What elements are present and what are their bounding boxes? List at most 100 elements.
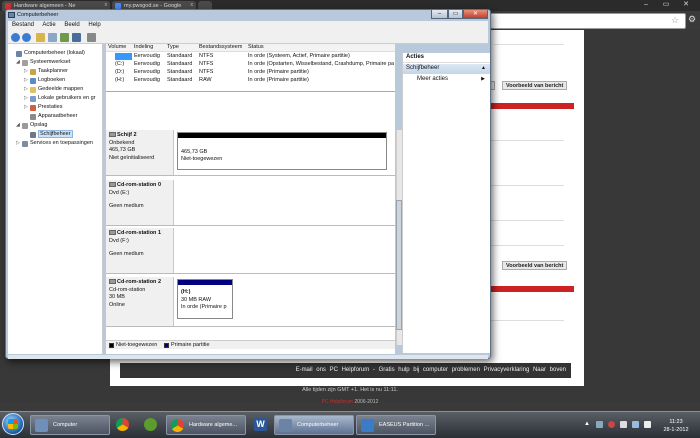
fs-cell: NTFS [199,61,214,67]
forward-icon[interactable] [22,33,31,42]
window-title-bar[interactable]: Computerbeheer [6,10,490,20]
menu-bestand[interactable]: Bestand [12,22,34,28]
address-bar[interactable] [490,13,686,29]
properties-icon[interactable] [60,33,69,42]
maximize-button[interactable]: ▭ [448,10,463,19]
volume-row[interactable]: (H:) Eenvoudig Standaard RAW In orde (Pr… [106,77,395,85]
column-header-volume[interactable]: Volume [108,44,126,50]
disk-state: Geen medium [109,251,144,257]
tab-close-icon[interactable]: x [105,2,108,8]
close-icon[interactable]: ✕ [676,0,696,10]
wrench-menu-icon[interactable]: ⚙ [688,14,696,25]
unallocated-band [178,133,386,138]
menu-beeld[interactable]: Beeld [64,22,79,28]
close-button[interactable]: ✕ [463,10,488,19]
start-button[interactable] [2,413,24,435]
volume-row[interactable]: (C:) Eenvoudig Standaard NTFS In orde (O… [106,61,395,69]
show-hide-tree-icon[interactable] [48,33,57,42]
bookmark-star-icon[interactable]: ☆ [671,15,679,26]
tree-expander[interactable]: ▷ [24,86,28,92]
tray-app-icon[interactable] [608,421,615,428]
clock[interactable]: 11:23 28-1-2012 [656,418,696,434]
tree-expander[interactable]: ▷ [16,140,20,146]
disk-label[interactable]: Cd-rom-station 2 Cd-rom-station 30 MB On… [106,277,174,326]
column-header-indeling[interactable]: Indeling [134,44,153,50]
help-icon[interactable] [72,33,81,42]
performance-icon [30,105,36,111]
status-cell: In orde (Primaire partitie) [248,69,309,75]
disk-row-schijf-2[interactable]: Schijf 2 Onbekend 465,73 GB Niet geïniti… [106,130,395,176]
taskbar-pin-utorrent[interactable] [140,415,162,435]
tree-expander[interactable]: ◢ [16,122,20,128]
tray-app-icon[interactable] [596,421,603,428]
forum-footer-links[interactable]: E-mail ons PC Helpforum - Gratis hulp bi… [120,363,571,378]
up-folder-icon[interactable] [36,33,45,42]
disk-label[interactable]: Cd-rom-station 1 Dvd (F:) Geen medium [106,228,174,273]
more-actions-item[interactable]: Meer acties ▶ [417,76,487,85]
browser-window-controls: – ▭ ✕ [636,0,700,11]
menu-help[interactable]: Help [88,22,100,28]
taskbar-button-hardware[interactable]: Hardware algeme... [166,415,246,435]
type-cell: Standaard [167,77,193,83]
status-cell: In orde (Primaire partitie) [248,77,309,83]
disk-row-cdrom-1[interactable]: Cd-rom-station 1 Dvd (F:) Geen medium [106,228,395,274]
copyright-name[interactable]: PC Helpforum [322,399,353,405]
time-note: Alle tijden zijn GMT +1. Het is nu 11:11… [302,387,398,393]
minimize-button[interactable]: – [431,10,448,19]
partition-status: In orde (Primaire p [181,304,227,310]
tree-expander[interactable]: ▷ [24,68,28,74]
section-header-bar [488,103,574,109]
tree-expander[interactable]: ◢ [16,59,20,65]
taskbar-button-easeus[interactable]: EASEUS Partition ... [356,415,436,435]
tree-item-label: Gedeelde mappen [38,86,84,92]
tree-item-label: Apparaatbeheer [38,113,78,119]
system-tray: ▲ [582,414,654,436]
tree-expander[interactable]: ▷ [24,77,28,83]
device-manager-icon [30,114,36,120]
preview-post-button-2[interactable]: Voorbeeld van bericht [502,261,568,270]
disk-row-cdrom-2[interactable]: Cd-rom-station 2 Cd-rom-station 30 MB On… [106,277,395,327]
network-icon[interactable] [632,421,639,428]
disk-row-cdrom-0[interactable]: Cd-rom-station 0 Dvd (E:) Geen medium [106,180,395,226]
column-header-status[interactable]: Status [248,44,264,50]
back-icon[interactable] [11,33,20,42]
menu-actie[interactable]: Actie [42,22,55,28]
disk-label[interactable]: Cd-rom-station 0 Dvd (E:) Geen medium [106,180,174,225]
actions-section-schijfbeheer[interactable]: Schijfbeheer ▲ [403,64,490,74]
settings-icon[interactable] [87,33,96,42]
menu-bar: Bestand Actie Beeld Help [8,21,488,31]
tree-expander[interactable]: ▷ [24,95,28,101]
disk-label[interactable]: Schijf 2 Onbekend 465,73 GB Niet geïniti… [106,130,174,175]
volume-list: Volume Indeling Type Bestandssysteem Sta… [106,44,395,92]
taskbar-pin-word[interactable]: W [250,415,272,435]
taskbar-button-computer[interactable]: Computer [30,415,110,435]
unallocated-partition[interactable]: 465,73 GB Niet-toegewezen [177,132,387,170]
taskbar-pin-chrome[interactable] [112,415,134,435]
volume-row[interactable]: Eenvoudig Standaard NTFS In orde (Systee… [106,53,395,61]
tray-expand-icon[interactable]: ▲ [584,421,590,427]
indeling-cell: Eenvoudig [134,69,160,75]
legend-unallocated: Niet-toegewezen [116,342,158,348]
divider [488,220,564,221]
volume-icon[interactable] [644,421,651,428]
taskbar-button-label: Computerbeheer [297,422,339,428]
tree-expander[interactable]: ▷ [24,104,28,110]
maximize-icon[interactable]: ▭ [656,0,676,10]
flag-icon[interactable] [620,421,627,428]
minimize-icon[interactable]: – [636,0,656,10]
tab-close-icon[interactable]: x [191,2,194,8]
column-header-bestandssysteem[interactable]: Bestandssysteem [199,44,242,50]
column-header-type[interactable]: Type [167,44,179,50]
tree-item-label: Prestaties [38,104,63,110]
tree-item-label: Computerbeheer (lokaal) [24,50,85,56]
windows-logo-icon [8,419,18,429]
disk-type: Dvd (E:) [109,189,130,196]
primary-partition-h[interactable]: (H:) 30 MB RAW In orde (Primaire p [177,279,233,319]
chrome-icon [171,419,184,432]
copyright: PC Helpforum 2006-2012 [0,399,700,405]
disk-graphical-view: Schijf 2 Onbekend 465,73 GB Niet geïniti… [106,92,395,354]
preview-post-button-1[interactable]: Voorbeeld van bericht [502,81,568,90]
volume-row[interactable]: (D:) Eenvoudig Standaard NTFS In orde (P… [106,69,395,77]
taskbar-button-computerbeheer[interactable]: Computerbeheer [274,415,354,435]
collapse-up-icon[interactable]: ▲ [481,65,486,71]
